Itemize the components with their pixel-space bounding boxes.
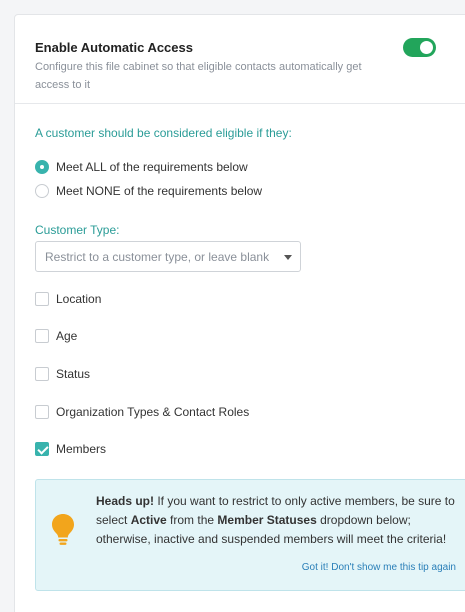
customer-type-select[interactable]: Restrict to a customer type, or leave bl… [35,241,301,272]
tip-text: Heads up! If you want to restrict to onl… [96,492,456,549]
lightbulb-icon [50,512,76,551]
criteria-label: Location [56,292,102,306]
tip-text-part: from the [166,513,218,527]
radio-label: Meet ALL of the requirements below [56,160,248,174]
checkbox[interactable] [35,367,49,381]
radio-meet-all[interactable]: Meet ALL of the requirements below [35,158,248,176]
criteria-label: Organization Types & Contact Roles [56,405,250,419]
dismiss-tip-link[interactable]: Got it! Don't show me this tip again [302,562,456,573]
criteria-status[interactable]: Status [35,365,90,383]
criteria-members[interactable]: Members [35,440,106,458]
card-header: Enable Automatic Access Configure this f… [15,15,465,104]
radio-button[interactable] [35,160,49,174]
criteria-label: Members [56,442,107,456]
caret-down-icon [284,255,292,260]
customer-type-label: Customer Type: [35,223,120,237]
tip-heading: Heads up! [96,494,155,508]
radio-button[interactable] [35,184,49,198]
tip-bold-active: Active [130,513,167,527]
criteria-age[interactable]: Age [35,327,77,345]
eligibility-label: A customer should be considered eligible… [35,126,292,140]
radio-meet-none[interactable]: Meet NONE of the requirements below [35,182,262,200]
checkbox[interactable] [35,442,49,456]
header-description: Configure this file cabinet so that elig… [35,61,362,91]
tip-banner: Heads up! If you want to restrict to onl… [35,479,465,591]
checkbox[interactable] [35,329,49,343]
tip-bold-member-statuses: Member Statuses [217,513,317,527]
criteria-organization-types[interactable]: Organization Types & Contact Roles [35,403,249,421]
criteria-location[interactable]: Location [35,290,101,308]
enable-access-toggle[interactable] [403,38,436,57]
criteria-label: Age [56,329,78,343]
radio-label: Meet NONE of the requirements below [56,184,263,198]
toggle-knob [420,41,433,54]
checkbox[interactable] [35,405,49,419]
header-title: Enable Automatic Access [35,40,193,55]
automatic-access-card: Enable Automatic Access Configure this f… [14,14,465,612]
checkbox[interactable] [35,292,49,306]
customer-type-placeholder: Restrict to a customer type, or leave bl… [45,250,270,264]
criteria-label: Status [56,367,91,381]
